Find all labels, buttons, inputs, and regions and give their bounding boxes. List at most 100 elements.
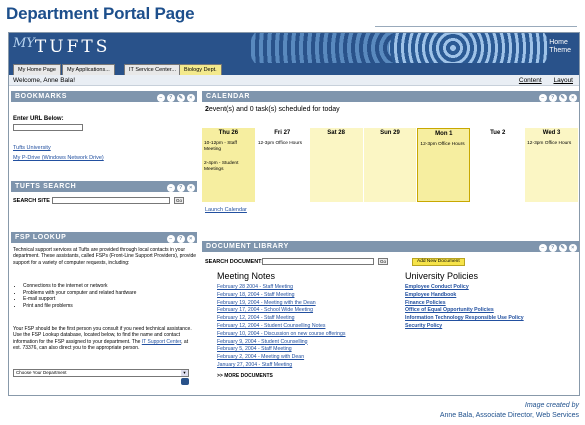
meeting-note-link[interactable]: February 28 2004 - Staff Meeting xyxy=(217,284,346,292)
meeting-note-link[interactable]: February 12, 2004 - Staff Meeting xyxy=(217,315,346,323)
document-library-title: DOCUMENT LIBRARY xyxy=(206,243,289,250)
select-scroll-control[interactable] xyxy=(181,378,189,385)
home-link[interactable]: Home xyxy=(549,39,571,47)
calendar-day[interactable]: Tue 2 xyxy=(471,128,525,202)
tab-it-service-center[interactable]: IT Service Center... xyxy=(124,64,181,75)
close-icon[interactable]: × xyxy=(187,94,195,102)
meeting-note-link[interactable]: February 12, 2004 - Student Counselling … xyxy=(217,323,346,331)
help-icon[interactable]: ? xyxy=(549,94,557,102)
calendar-day[interactable]: Sun 29 xyxy=(363,128,417,202)
fsp-lookup-header: FSP LOOKUP –? × xyxy=(11,232,197,243)
calendar-day[interactable]: Fri 27 12-3pm Office Hours xyxy=(255,128,309,202)
calendar-day[interactable]: Wed 3 12-3pm Office Hours xyxy=(525,128,578,202)
document-library-header: DOCUMENT LIBRARY –? ✎ × xyxy=(202,241,579,252)
department-select[interactable]: Choose Your Department ▼ xyxy=(13,369,189,377)
calendar-event[interactable]: 12-3pm Office Hours xyxy=(525,140,578,148)
calendar-day-name: Sun 29 xyxy=(380,130,400,136)
help-icon[interactable]: ? xyxy=(167,94,175,102)
it-support-center-link[interactable]: IT Support Center xyxy=(142,339,181,345)
calendar-header: CALENDAR –? ✎ × xyxy=(202,91,579,102)
close-icon[interactable]: × xyxy=(187,184,195,192)
tufts-search-title: TUFTS SEARCH xyxy=(15,183,77,190)
calendar-event[interactable]: 12-3pm Office Hours xyxy=(256,140,309,148)
meeting-note-link[interactable]: January 27, 2004 - Staff Meeting xyxy=(217,362,346,370)
mytufts-logo: MYTUFTS xyxy=(13,36,111,57)
help-icon[interactable]: ? xyxy=(177,235,185,243)
layout-link[interactable]: Layout xyxy=(553,77,573,84)
calendar-event[interactable]: 12-3pm Office Hours xyxy=(418,141,469,149)
launch-calendar-link[interactable]: Launch Calendar xyxy=(205,207,247,213)
help-icon[interactable]: ? xyxy=(177,184,185,192)
meeting-notes-title: Meeting Notes xyxy=(217,271,276,281)
image-credit: Image created by Anne Bala, Associate Di… xyxy=(440,401,579,421)
bookmarks-header: BOOKMARKS –? ✎ × xyxy=(11,91,197,102)
welcome-text: Welcome, Anne Bala! xyxy=(13,77,76,84)
help-icon[interactable]: ? xyxy=(549,244,557,252)
search-documents-input[interactable] xyxy=(262,258,374,265)
theme-link[interactable]: Theme xyxy=(549,47,571,55)
search-documents-go-button[interactable]: Go xyxy=(378,258,388,265)
calendar-day-name: Fri 27 xyxy=(274,130,291,136)
close-icon[interactable]: × xyxy=(187,235,195,243)
search-site-go-button[interactable]: Go xyxy=(174,197,184,204)
meeting-note-link[interactable]: February 5, 2004 - Staff Meeting xyxy=(217,346,346,354)
minimize-icon[interactable]: – xyxy=(167,235,175,243)
fsp-bullet: E-mail support xyxy=(23,296,193,303)
search-documents-label: SEARCH DOCUMENTS xyxy=(205,259,266,265)
meeting-note-link[interactable]: February 18, 2004 - Staff Meeting xyxy=(217,292,346,300)
policy-link[interactable]: Employee Handbook xyxy=(405,292,524,300)
meeting-notes-list: February 28 2004 - Staff Meeting Februar… xyxy=(217,284,346,370)
calendar-day-name: Wed 3 xyxy=(542,130,561,136)
close-icon[interactable]: × xyxy=(569,94,577,102)
bookmarks-title: BOOKMARKS xyxy=(15,93,68,100)
fsp-bullet: Print and file problems xyxy=(23,303,193,310)
policy-link[interactable]: Office of Equal Opportunity Policies xyxy=(405,307,524,315)
meeting-note-link[interactable]: February 19, 2004 - Meeting with the Dea… xyxy=(217,300,346,308)
tab-my-home-page[interactable]: My Home Page xyxy=(13,64,61,75)
tab-biology-dept[interactable]: Biology Dept. xyxy=(179,64,222,75)
calendar-day[interactable]: Sat 28 xyxy=(309,128,363,202)
policy-link[interactable]: Information Technology Responsible Use P… xyxy=(405,315,524,323)
calendar-event[interactable]: 10-12pm - Staff Meeting xyxy=(202,140,255,154)
policy-link[interactable]: Employee Conduct Policy xyxy=(405,284,524,292)
minimize-icon[interactable]: – xyxy=(539,244,547,252)
edit-icon[interactable]: ✎ xyxy=(177,94,185,102)
policy-link[interactable]: Finance Policies xyxy=(405,300,524,308)
page-title: Department Portal Page xyxy=(6,4,195,23)
policy-link[interactable]: Security Policy xyxy=(405,323,524,331)
search-site-input[interactable] xyxy=(52,197,170,204)
tufts-search-header: TUFTS SEARCH –? × xyxy=(11,181,197,192)
university-policies-title: University Policies xyxy=(405,271,479,281)
calendar-day[interactable]: Mon 1 12-3pm Office Hours xyxy=(417,128,471,202)
edit-icon[interactable]: ✎ xyxy=(559,94,567,102)
minimize-icon[interactable]: – xyxy=(539,94,547,102)
add-new-document-button[interactable]: Add New Document xyxy=(412,258,465,266)
tab-bar: My Home Page My Applications... IT Servi… xyxy=(9,63,579,75)
welcome-bar: Welcome, Anne Bala! Content Layout xyxy=(9,75,579,86)
fsp-bullet: Connections to the internet or network xyxy=(23,283,193,290)
meeting-note-link[interactable]: February 17, 2004 - School Wide Meeting xyxy=(217,307,346,315)
title-divider xyxy=(375,26,577,27)
calendar-event[interactable]: 2-4pm - Student Meetings xyxy=(202,160,255,174)
chevron-down-icon[interactable]: ▼ xyxy=(181,370,188,376)
close-icon[interactable]: × xyxy=(569,244,577,252)
url-input[interactable] xyxy=(13,124,83,131)
calendar-day[interactable]: Thu 26 10-12pm - Staff Meeting 2-4pm - Stu… xyxy=(202,128,255,202)
content-link[interactable]: Content xyxy=(519,77,542,84)
meeting-note-link[interactable]: February 10, 2004 - Discussion on new co… xyxy=(217,331,346,339)
more-documents-link[interactable]: >> MORE DOCUMENTS xyxy=(217,373,273,379)
edit-icon[interactable]: ✎ xyxy=(559,244,567,252)
credit-line-2: Anne Bala, Associate Director, Web Servi… xyxy=(439,412,579,419)
minimize-icon[interactable]: – xyxy=(167,184,175,192)
fsp-intro: Technical support services at Tufts are … xyxy=(13,247,197,266)
calendar-day-name: Sat 28 xyxy=(327,130,345,136)
bookmark-tufts-university[interactable]: Tufts University xyxy=(13,145,51,151)
meeting-note-link[interactable]: February 9, 2004 - Student Counselling xyxy=(217,339,346,347)
meeting-note-link[interactable]: February 2, 2004 - Meeting with Dean xyxy=(217,354,346,362)
bookmark-p-drive[interactable]: My P-Drive (Windows Network Drive) xyxy=(13,155,104,161)
calendar-summary: 2event(s) and 0 task(s) scheduled for to… xyxy=(205,106,340,113)
university-policies-list: Employee Conduct Policy Employee Handboo… xyxy=(405,284,524,331)
minimize-icon[interactable]: – xyxy=(157,94,165,102)
search-site-label: SEARCH SITE xyxy=(13,198,50,204)
tab-my-applications[interactable]: My Applications... xyxy=(62,64,115,75)
